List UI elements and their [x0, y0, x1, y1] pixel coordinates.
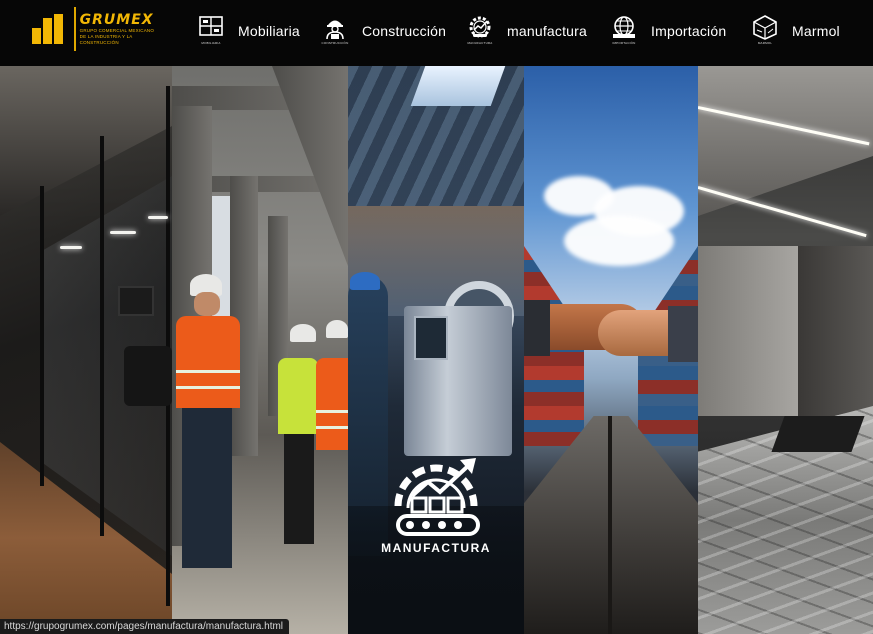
worker-orange-vest — [316, 358, 348, 450]
vest-stripe — [176, 386, 240, 389]
road-crack — [608, 416, 612, 634]
panel-import-image[interactable] — [524, 66, 698, 634]
vest-stripe — [176, 370, 240, 373]
nav-label: manufactura — [507, 23, 588, 39]
office-chair — [124, 346, 172, 406]
nav-label: Mobiliaria — [238, 23, 300, 39]
nav-label: Marmol — [792, 23, 840, 39]
nav-item-marmol[interactable]: MARMOL Marmol — [750, 0, 840, 62]
logo-divider — [73, 7, 76, 51]
cloud — [564, 216, 674, 266]
nav-icon-caption: CONSTRUCCIÓN — [321, 41, 349, 45]
nav-label: Importación — [651, 23, 727, 39]
nav-icon-caption: MANUFACTURA — [467, 41, 493, 45]
panel-construction-image[interactable] — [172, 66, 348, 634]
worker-pants — [284, 434, 314, 544]
led-strip — [698, 186, 867, 238]
category-panels: MANUFACTURA — [0, 66, 873, 634]
nav-icon-caption: MARMOL — [757, 41, 773, 45]
vest-stripe — [316, 426, 348, 429]
kitchen-panel — [798, 246, 873, 416]
brand-name: GRUMEX — [79, 12, 154, 28]
worker-yellow-vest — [278, 358, 318, 434]
kitchen-cabinet — [698, 246, 798, 416]
panel-office-image[interactable] — [0, 66, 172, 634]
suit-sleeve-right — [668, 306, 698, 362]
nav-icon-caption: IMPORTACIÓN — [612, 41, 636, 45]
furniture-icon: MOBILIARIA — [196, 14, 226, 48]
worker-orange-vest — [176, 316, 240, 408]
nav-item-importacion[interactable]: IMPORTACIÓN Importación — [609, 0, 726, 62]
kitchen-sink — [771, 416, 865, 452]
worker-helmet — [290, 324, 316, 342]
machine-screen — [414, 316, 448, 360]
worker-pants — [182, 408, 232, 568]
ceiling-light — [60, 246, 82, 249]
nav-item-manufactura[interactable]: MANUFACTURA manufactura — [465, 0, 587, 62]
factory-skylight — [410, 66, 506, 106]
panel-overlay-label: MANUFACTURA — [381, 541, 491, 555]
ceiling-light — [110, 231, 136, 234]
logo-bars-icon — [32, 14, 68, 44]
logo-text: GRUMEX GRUPO COMERCIAL MEXICANO DE LA IN… — [80, 12, 172, 46]
nav-label: Construcción — [362, 23, 447, 39]
nav-item-mobiliaria[interactable]: MOBILIARIA Mobiliaria — [196, 0, 300, 62]
top-navbar: GRUMEX GRUPO COMERCIAL MEXICANO DE LA IN… — [0, 0, 873, 66]
globe-import-icon: IMPORTACIÓN — [609, 14, 639, 48]
construction-worker-icon: CONSTRUCCIÓN — [320, 14, 350, 48]
nav-item-construccion[interactable]: CONSTRUCCIÓN Construcción — [320, 0, 446, 62]
ceiling-light — [148, 216, 168, 219]
panel-marble-image[interactable] — [698, 66, 873, 634]
brand-logo[interactable]: GRUMEX GRUPO COMERCIAL MEXICANO DE LA IN… — [32, 6, 172, 52]
manufacturing-gear-icon: MANUFACTURA — [465, 14, 495, 48]
panel-manufacturing-image[interactable]: MANUFACTURA — [348, 66, 524, 634]
office-monitor — [118, 286, 154, 316]
marble-block-icon: MARMOL — [750, 14, 780, 48]
nav-icon-caption: MOBILIARIA — [201, 41, 221, 45]
vest-stripe — [316, 410, 348, 413]
worker-head — [194, 292, 220, 316]
window-mullion — [40, 186, 44, 486]
status-url-tooltip: https://grupogrumex.com/pages/manufactur… — [0, 619, 290, 634]
window-mullion — [100, 136, 104, 536]
brand-tagline-2: DE LA INDUSTRIA Y LA CONSTRUCCIÓN — [79, 34, 133, 45]
suit-sleeve-left — [524, 300, 550, 356]
worker-helmet — [326, 320, 348, 338]
operator-helmet — [350, 272, 380, 290]
